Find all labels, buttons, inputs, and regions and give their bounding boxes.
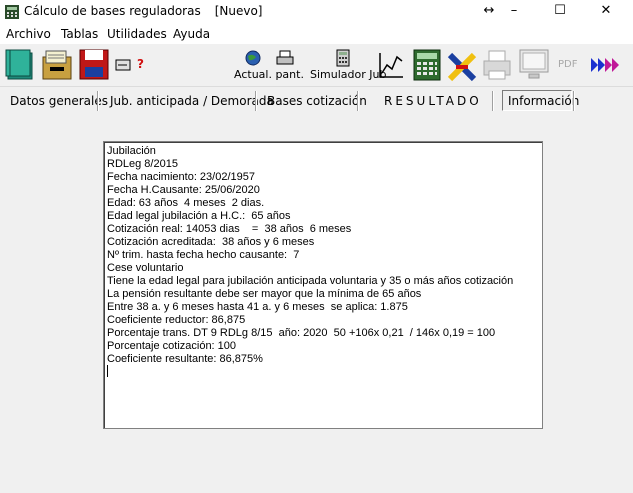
result-line: Entre 38 a. y 6 meses hasta 41 a. y 6 me…	[107, 301, 408, 313]
printer-icon	[276, 50, 294, 65]
result-line: Fecha nacimiento: 23/02/1957	[107, 171, 255, 183]
close-button[interactable]: ✕	[583, 0, 629, 24]
result-line: Fecha H.Causante: 25/06/2020	[107, 184, 260, 196]
maximize-icon: ☐	[554, 3, 566, 18]
tab-datos-generales[interactable]: Datos generales	[10, 94, 108, 108]
result-text: Jubilación RDLeg 8/2015 Fecha nacimiento: …	[107, 145, 513, 366]
result-line: Cese voluntario	[107, 262, 184, 274]
simulador-jub-button[interactable]: Simulador Jub	[308, 47, 386, 83]
minimize-icon: –	[510, 3, 518, 18]
result-line: RDLeg 8/2015	[107, 158, 178, 170]
tab-informacion[interactable]: Información	[508, 94, 579, 108]
globe-icon	[245, 50, 261, 66]
tab-bases-cotizacion[interactable]: Bases cotización	[267, 94, 367, 108]
minimize-button[interactable]: –	[491, 0, 537, 24]
result-line: Porcentaje trans. DT 9 RDLg 8/15 año: 20…	[107, 327, 496, 339]
tab-separator	[357, 91, 359, 111]
menu-archivo[interactable]: Archivo	[6, 27, 51, 41]
key-icon	[115, 59, 131, 71]
result-line: La pensión resultante debe ser mayor que…	[107, 288, 422, 300]
result-line: Coeficiente reductor: 86,875	[107, 314, 246, 326]
menu-bar: Archivo Tablas Utilidades Ayuda	[0, 24, 633, 44]
actual-pant-button[interactable]: Actual. pant.	[233, 47, 304, 83]
result-line: Nº trim. hasta fecha hecho causante: 7	[107, 249, 300, 261]
result-line: Cotización real: 14053 dias = 38 años 6 …	[107, 223, 352, 235]
text-caret	[107, 365, 108, 377]
monitor-icon[interactable]	[517, 47, 551, 83]
menu-utilidades[interactable]: Utilidades	[107, 27, 167, 41]
help-button[interactable]: ?	[115, 47, 149, 83]
tab-separator	[492, 91, 494, 111]
close-icon: ✕	[600, 3, 612, 18]
file-cabinet-icon[interactable]	[40, 47, 74, 83]
window-title: Cálculo de bases reguladoras [Nuevo]	[24, 4, 263, 18]
calculator-green-icon[interactable]	[412, 47, 442, 83]
tab-jub-anticipada[interactable]: Jub. anticipada / Demorada	[110, 94, 274, 108]
help-question-mark: ?	[137, 57, 144, 71]
result-text-area[interactable]: Jubilación RDLeg 8/2015 Fecha nacimiento: …	[103, 141, 543, 429]
result-line: Edad: 63 años 4 meses 2 dias.	[107, 197, 265, 209]
result-line: Tiene la edad legal para jubilación anti…	[107, 275, 514, 287]
result-line: Jubilación	[107, 145, 156, 157]
result-line: Coeficiente resultante: 86,875%	[107, 353, 263, 365]
fast-forward-icon[interactable]	[589, 47, 623, 83]
document-state: [Nuevo]	[214, 4, 263, 18]
menu-ayuda[interactable]: Ayuda	[173, 27, 210, 41]
menu-tablas[interactable]: Tablas	[61, 27, 98, 41]
pdf-button[interactable]: PDF	[558, 59, 577, 70]
window-title-text: Cálculo de bases reguladoras	[24, 4, 201, 18]
tab-strip: Datos generales Jub. anticipada / Demora…	[0, 86, 633, 115]
result-line: Cotización acreditada: 38 años y 6 meses	[107, 236, 315, 248]
maximize-button[interactable]: ☐	[537, 0, 583, 24]
printer-large-icon[interactable]	[481, 47, 513, 83]
tab-separator	[573, 91, 575, 111]
actual-pant-label: Actual. pant.	[234, 68, 304, 81]
result-line: Porcentaje cotización: 100	[107, 340, 237, 352]
notebook-icon[interactable]	[4, 47, 36, 83]
simulador-jub-label: Simulador Jub	[310, 68, 387, 81]
save-disk-icon[interactable]	[78, 47, 110, 83]
title-bar: Cálculo de bases reguladoras [Nuevo] ↔ – …	[0, 0, 633, 24]
agency-logo-icon[interactable]	[447, 47, 477, 83]
line-chart-icon[interactable]	[377, 47, 405, 83]
toolbar: ? Actual. pant. Simulador Jub PDF	[0, 44, 633, 86]
tab-separator	[255, 91, 257, 111]
calculator-app-icon	[5, 5, 19, 19]
calculator-icon	[336, 49, 350, 67]
tab-resultado[interactable]: RESULTADO	[384, 94, 482, 108]
result-line: Edad legal jubilación a H.C.: 65 años	[107, 210, 291, 222]
tab-separator	[97, 91, 99, 111]
